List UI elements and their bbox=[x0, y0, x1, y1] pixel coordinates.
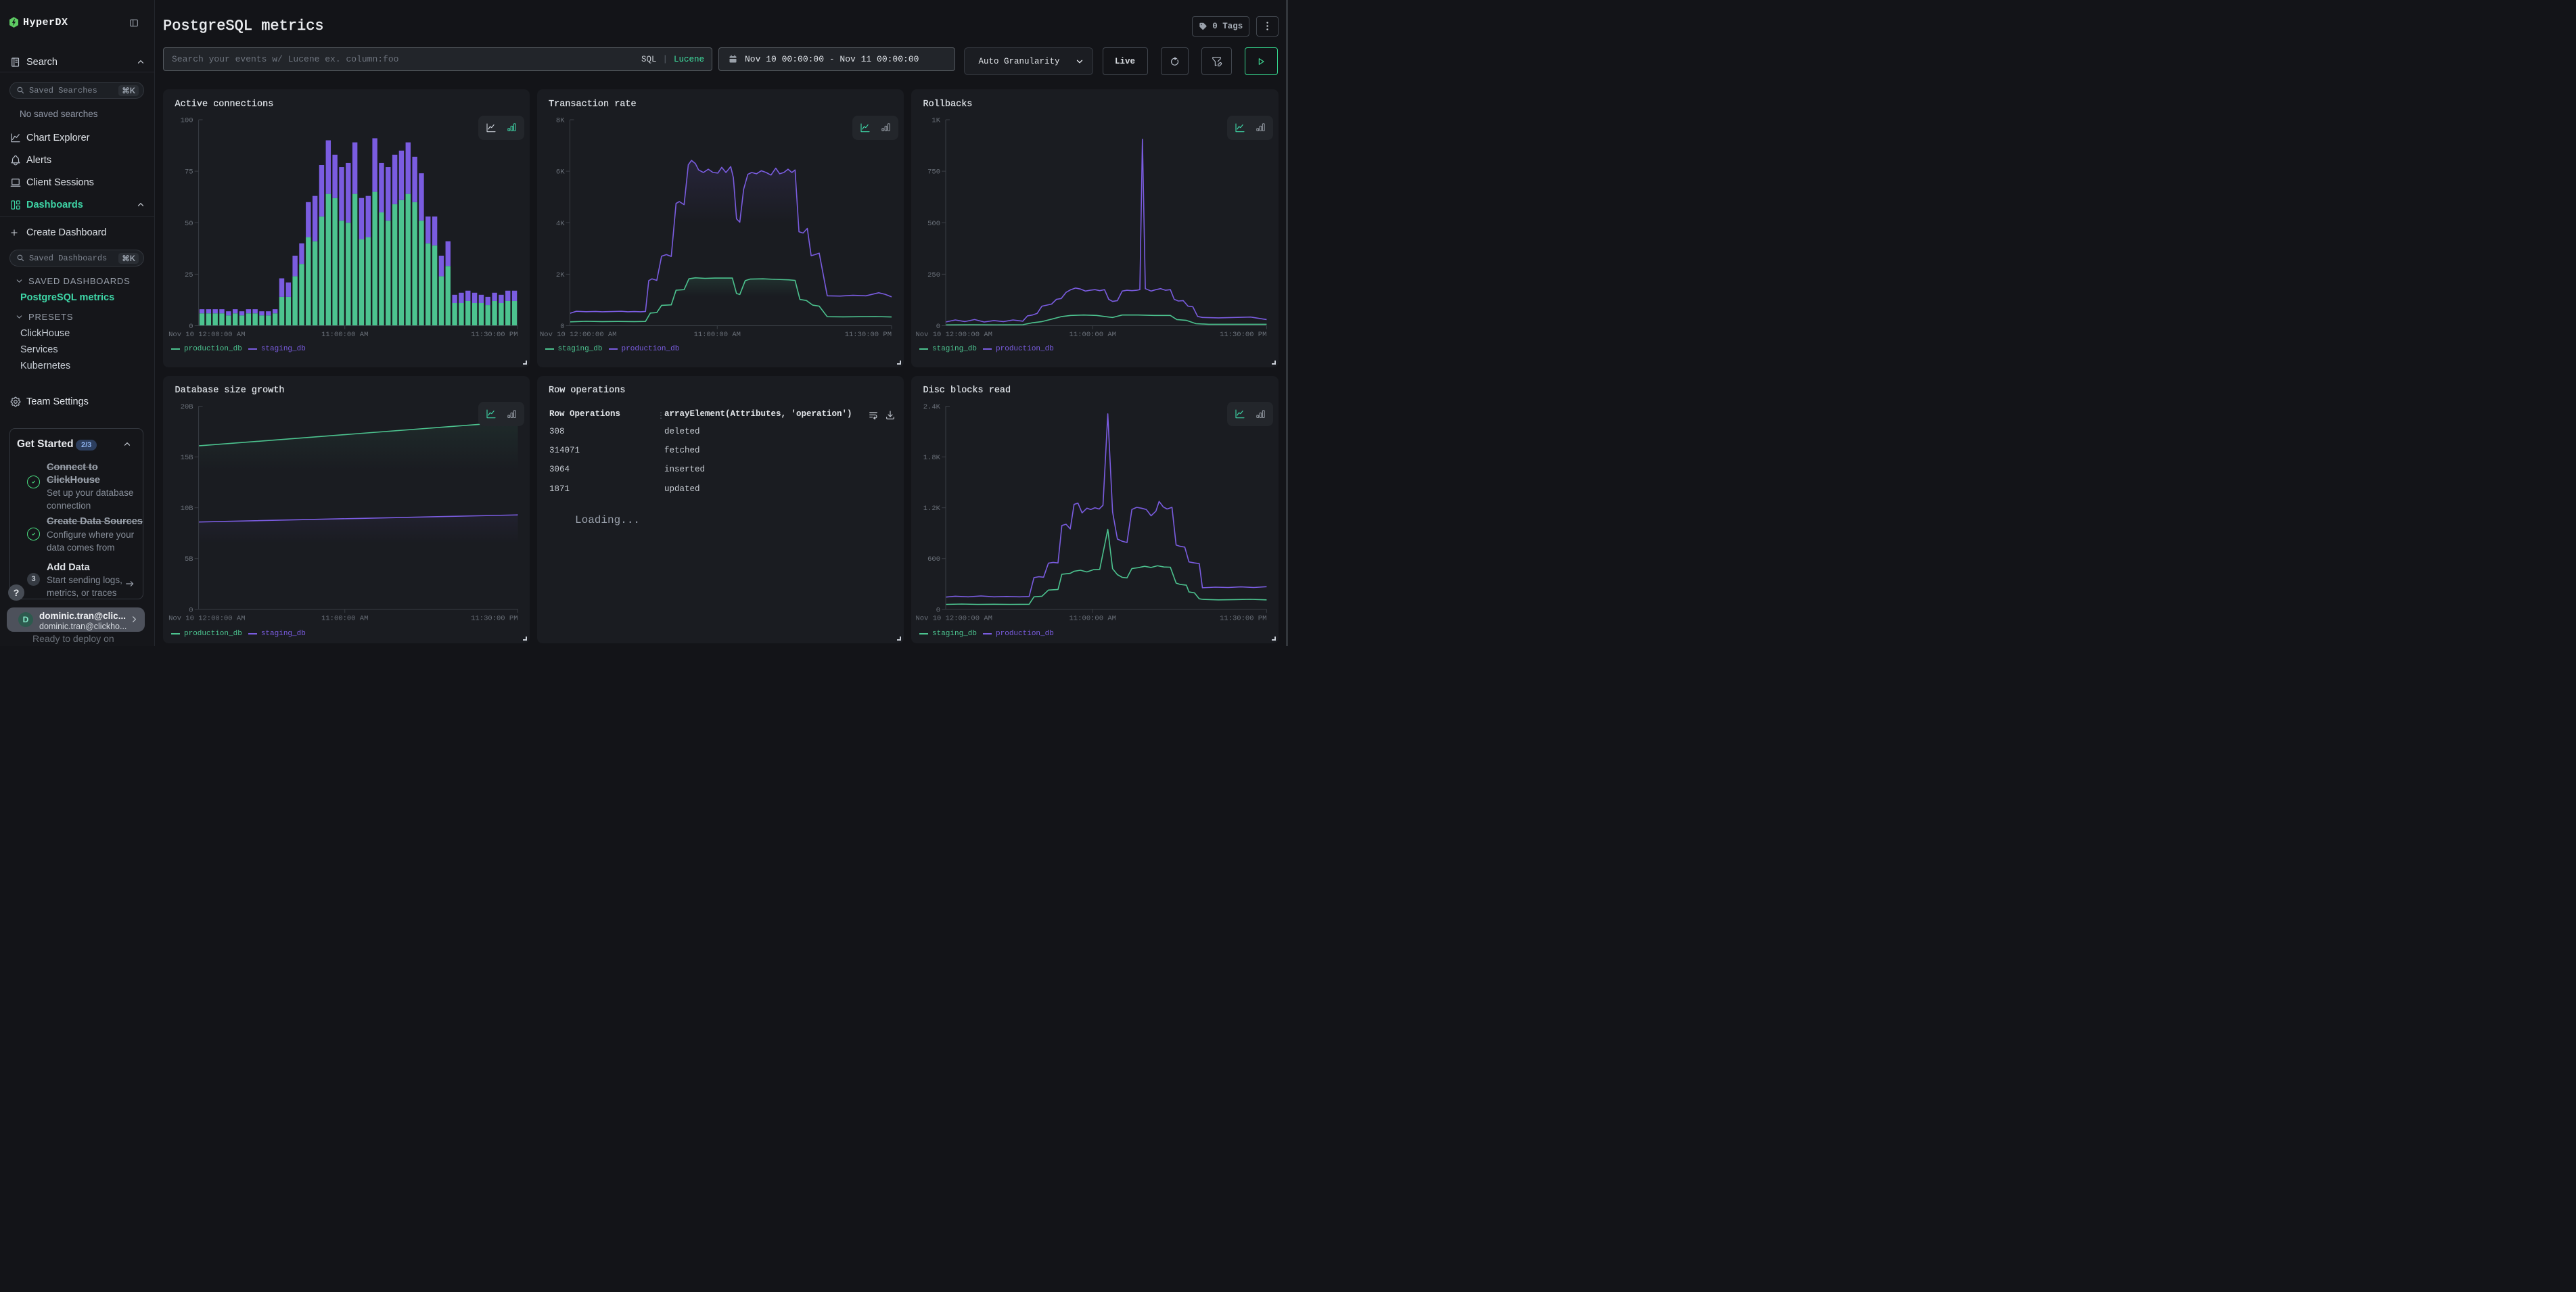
svg-text:11:30:00 PM: 11:30:00 PM bbox=[1220, 614, 1266, 622]
svg-text:Nov 10 12:00:00 AM: Nov 10 12:00:00 AM bbox=[916, 614, 992, 622]
svg-text:0: 0 bbox=[936, 606, 940, 614]
svg-text:1.2K: 1.2K bbox=[923, 505, 941, 513]
svg-text:11:00:00 AM: 11:00:00 AM bbox=[1070, 614, 1116, 622]
svg-text:600: 600 bbox=[927, 555, 940, 563]
svg-text:2.4K: 2.4K bbox=[923, 403, 941, 411]
svg-text:1.8K: 1.8K bbox=[923, 454, 941, 462]
